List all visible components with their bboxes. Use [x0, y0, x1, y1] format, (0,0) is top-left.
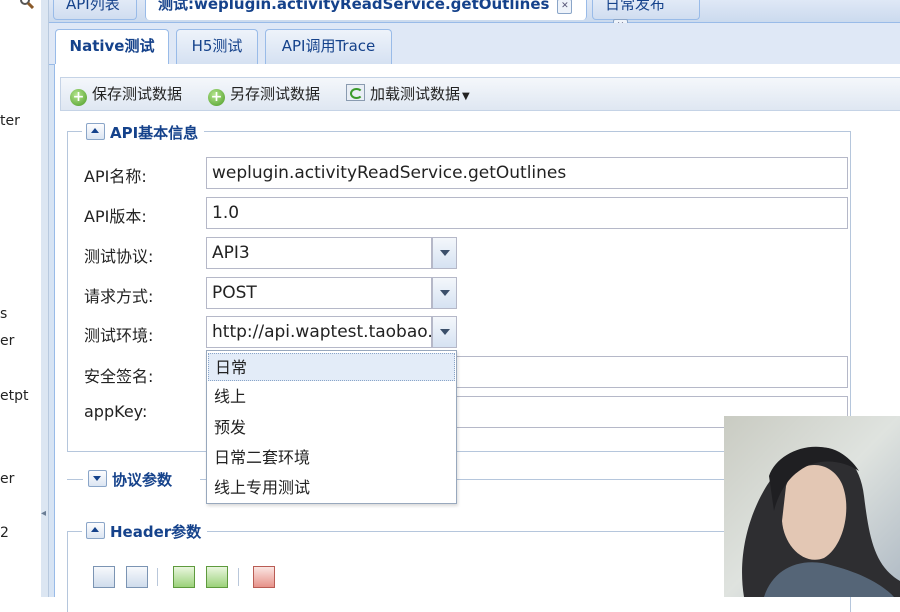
delete-row-icon[interactable] [253, 566, 275, 588]
overlay-photo [724, 416, 900, 597]
tab-h5-test[interactable]: H5测试 [176, 29, 258, 64]
tab-label: API列表 [66, 0, 120, 13]
tab-api-list[interactable]: API列表 [53, 0, 137, 20]
env-option[interactable]: 线上专用测试 [208, 474, 455, 502]
env-option[interactable]: 日常 [208, 353, 455, 381]
sidebar-fragment[interactable]: 2 [0, 525, 9, 541]
env-option[interactable]: 预发 [208, 414, 455, 442]
left-sidebar: ter s er etpt er 2 [0, 0, 42, 597]
tab-native-test[interactable]: Native测试 [55, 29, 169, 65]
sign-label: 安全签名: [84, 367, 154, 386]
tab-test-api[interactable]: 测试:weplugin.activityReadService.getOutli… [145, 0, 587, 20]
api-basic-info-legend[interactable]: API基本信息 [82, 122, 205, 143]
sub-tab-bar: Native测试 H5测试 API调用Trace [49, 23, 900, 65]
env-dropdown-list: 日常 线上 预发 日常二套环境 线上专用测试 [206, 350, 457, 504]
load-test-data-button[interactable]: 加载测试数据 ▼ [346, 83, 470, 105]
chevron-down-icon: ▼ [462, 91, 470, 102]
chevron-down-icon[interactable] [432, 237, 457, 269]
api-version-field[interactable]: 1.0 [206, 197, 848, 229]
tab-daily-release[interactable]: 日常发布✕ [592, 0, 700, 34]
button-label: 保存测试数据 [92, 85, 183, 103]
sidebar-fragment[interactable]: er [0, 333, 14, 349]
button-label: 加载测试数据 [370, 85, 461, 103]
chevron-down-icon[interactable] [432, 316, 457, 348]
legend-label: 协议参数 [112, 471, 173, 489]
add-icon: + [70, 89, 87, 106]
protocol-params-legend[interactable]: 协议参数 [84, 469, 179, 490]
appkey-label: appKey: [84, 402, 148, 421]
tab-label: H5测试 [191, 37, 243, 55]
sidebar-fragment[interactable]: ter [0, 113, 20, 129]
magnifier-icon[interactable] [20, 0, 35, 10]
legend-label: API基本信息 [110, 124, 199, 142]
env-option[interactable]: 日常二套环境 [208, 444, 455, 472]
sidebar-fragment[interactable]: s [0, 306, 7, 322]
method-value[interactable]: POST [206, 277, 432, 309]
collapse-toggle-icon[interactable] [86, 123, 105, 140]
toolbar-separator [157, 568, 158, 586]
sidebar-fragment[interactable]: er [0, 471, 14, 487]
top-tab-bar: API列表 测试:weplugin.activityReadService.ge… [49, 0, 900, 34]
save-test-data-button[interactable]: + 保存测试数据 [70, 83, 183, 106]
expand-toggle-icon[interactable] [88, 470, 107, 487]
header-params-legend[interactable]: Header参数 [82, 521, 208, 542]
add-row-icon[interactable] [173, 566, 195, 588]
sidebar-fragment[interactable]: etpt [0, 388, 28, 404]
refresh-icon [346, 84, 365, 101]
save-as-test-data-button[interactable]: + 另存测试数据 [208, 83, 321, 106]
tab-api-trace[interactable]: API调用Trace [265, 29, 392, 64]
api-name-field[interactable]: weplugin.activityReadService.getOutlines [206, 157, 848, 189]
fieldset-line [67, 479, 83, 480]
add-doc-icon[interactable] [206, 566, 228, 588]
toolbar-separator [238, 568, 239, 586]
env-value[interactable]: http://api.waptest.taobao. [206, 316, 432, 348]
collapse-arrow-icon[interactable]: ◂ [41, 508, 46, 519]
button-label: 另存测试数据 [230, 85, 321, 103]
env-option[interactable]: 线上 [208, 383, 455, 411]
protocol-value[interactable]: API3 [206, 237, 432, 269]
collapse-toggle-icon[interactable] [86, 522, 105, 539]
api-version-label: API版本: [84, 207, 147, 226]
method-select[interactable]: POST [206, 277, 457, 309]
sidebar-splitter[interactable]: ◂ [41, 0, 49, 597]
method-label: 请求方式: [84, 287, 154, 306]
add-icon: + [208, 89, 225, 106]
tab-label: 测试:weplugin.activityReadService.getOutli… [158, 0, 550, 13]
env-label: 测试环境: [84, 326, 154, 345]
protocol-select[interactable]: API3 [206, 237, 457, 269]
tab-label: 日常发布 [605, 0, 666, 13]
toolbar: + 保存测试数据 + 另存测试数据 加载测试数据 ▼ [60, 77, 900, 111]
legend-label: Header参数 [110, 523, 202, 541]
close-icon[interactable]: ✕ [557, 0, 573, 14]
tab-label: Native测试 [69, 37, 155, 55]
api-name-label: API名称: [84, 167, 147, 186]
env-select[interactable]: http://api.waptest.taobao. [206, 316, 457, 348]
chevron-down-icon[interactable] [432, 277, 457, 309]
protocol-label: 测试协议: [84, 247, 154, 266]
move-top-icon[interactable] [93, 566, 115, 588]
tab-label: API调用Trace [281, 37, 376, 55]
move-bottom-icon[interactable] [126, 566, 148, 588]
